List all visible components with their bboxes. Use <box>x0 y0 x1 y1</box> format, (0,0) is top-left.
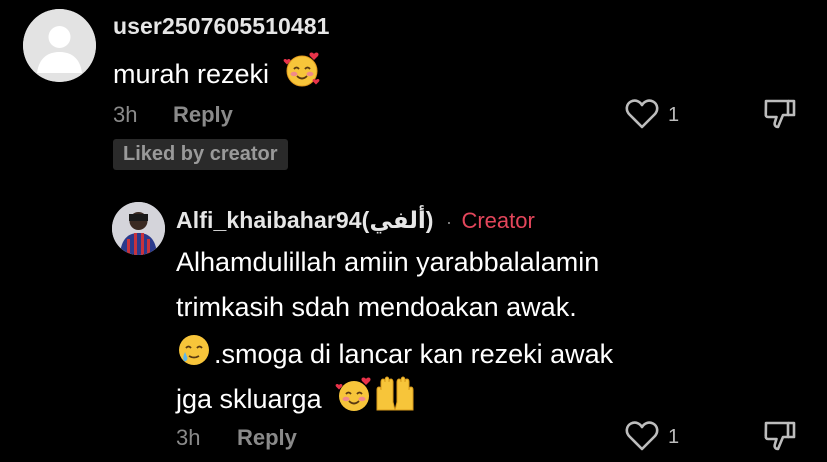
header-separator: · <box>446 212 453 232</box>
comment-thread: user2507605510481 murah rezeki 3h Reply … <box>0 0 827 462</box>
liked-by-creator-badge: Liked by creator <box>113 139 288 170</box>
reply-reply-button[interactable]: Reply <box>237 425 297 451</box>
comment-like-button[interactable] <box>624 97 660 136</box>
reply-line-1: Alhamdulillah amiin yarabbalalamin <box>176 247 600 277</box>
comment-text: murah rezeki <box>113 59 270 90</box>
reply-timestamp: 3h <box>176 425 201 450</box>
reply-username[interactable]: Alfi_khaibahar94(ألفي) <box>176 207 434 233</box>
reply-header: Alfi_khaibahar94(ألفي) · Creator <box>176 207 535 234</box>
comment-username[interactable]: user2507605510481 <box>113 13 330 40</box>
comment-timestamp: 3h <box>113 102 138 127</box>
smiling-face-with-tear-icon <box>176 331 212 381</box>
reply-like-button[interactable] <box>624 419 660 458</box>
reply-like-count: 1 <box>668 426 680 448</box>
reply-dislike-button[interactable] <box>763 419 797 458</box>
reply-line-2: trimkasih sdah mendoakan awak. <box>176 292 577 322</box>
smiling-face-with-hearts-icon <box>283 50 321 102</box>
comment-reply-button[interactable]: Reply <box>173 102 233 128</box>
reply-line-4-row: jga skluarga <box>176 375 417 427</box>
reply-line-4-text: jga skluarga <box>176 384 322 415</box>
palms-up-together-icon <box>373 376 417 426</box>
comment-body: murah rezeki <box>113 50 321 102</box>
heart-outline-icon <box>625 99 659 129</box>
creator-label: Creator <box>461 208 535 233</box>
default-avatar-icon <box>23 9 96 82</box>
thumbs-down-outline-icon <box>764 99 796 129</box>
comment-like-count: 1 <box>668 104 680 126</box>
reply-line-3-row: .smoga di lancar kan rezeki awak <box>176 331 613 381</box>
heart-outline-icon <box>625 421 659 451</box>
user-avatar-default[interactable] <box>23 9 96 82</box>
comment-dislike-button[interactable] <box>763 97 797 136</box>
creator-avatar[interactable] <box>112 202 165 255</box>
smiling-face-with-hearts-icon <box>335 375 373 427</box>
thumbs-down-outline-icon <box>764 421 796 451</box>
reply-line-3-text: .smoga di lancar kan rezeki awak <box>214 339 614 370</box>
creator-avatar-image <box>112 202 165 255</box>
